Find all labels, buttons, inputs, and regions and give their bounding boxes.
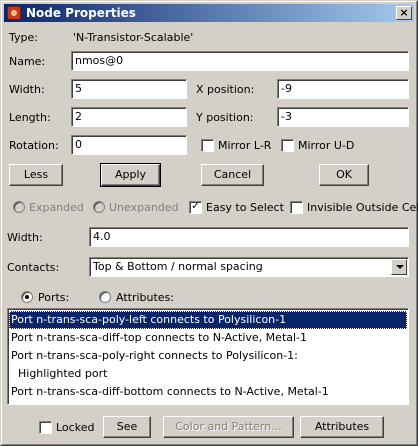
invisible-outside-cell-label: Invisible Outside Cell — [307, 201, 418, 214]
easy-to-select-label: Easy to Select — [206, 201, 284, 214]
unexpanded-label: Unexpanded — [109, 201, 179, 214]
list-item[interactable]: Port n-trans-sca-diff-bottom connects to… — [9, 383, 407, 401]
ok-button[interactable]: OK — [319, 164, 369, 186]
titlebar[interactable]: Node Properties × — [4, 4, 414, 22]
node-properties-window: Node Properties × Type: 'N-Transistor-Sc… — [0, 0, 418, 446]
mirror-ud-checkbox[interactable] — [281, 139, 294, 152]
attributes-radio-label: Attributes: — [116, 291, 175, 304]
rotation-field[interactable]: 0 — [71, 135, 187, 155]
unexpanded-radio[interactable] — [93, 201, 105, 213]
ports-label: Ports: — [38, 291, 70, 304]
length-field[interactable]: 2 — [71, 107, 187, 127]
y-position-field[interactable]: -3 — [277, 107, 409, 127]
contacts-select[interactable]: Top & Bottom / normal spacing — [89, 257, 409, 277]
locked-label: Locked — [56, 421, 95, 434]
see-button[interactable]: See — [103, 416, 151, 438]
list-item[interactable]: Port n-trans-sca-poly-right connects to … — [9, 347, 407, 365]
list-item[interactable]: Port n-trans-sca-poly-left connects to P… — [9, 311, 407, 329]
window-title: Node Properties — [26, 6, 136, 20]
length-label: Length: — [9, 111, 51, 124]
ports-list[interactable]: Port n-trans-sca-poly-left connects to P… — [7, 308, 409, 405]
contacts-selected-value: Top & Bottom / normal spacing — [93, 260, 263, 273]
attributes-radio[interactable] — [99, 291, 111, 303]
x-position-field[interactable]: -9 — [277, 79, 409, 99]
color-and-pattern-button[interactable]: Color and Pattern... — [163, 416, 294, 438]
width2-field[interactable]: 4.0 — [89, 227, 409, 247]
ports-radio[interactable] — [21, 291, 33, 303]
name-field[interactable]: nmos@0 — [71, 51, 409, 71]
app-icon — [7, 6, 21, 20]
expanded-label: Expanded — [29, 201, 84, 214]
cancel-button[interactable]: Cancel — [201, 164, 264, 186]
less-button[interactable]: Less — [9, 164, 63, 186]
easy-to-select-checkbox[interactable]: ✓ — [189, 201, 202, 214]
close-icon[interactable]: × — [396, 6, 412, 20]
list-item[interactable]: Highlighted port — [9, 365, 407, 383]
y-position-label: Y position: — [196, 111, 254, 124]
chevron-down-icon[interactable] — [391, 259, 407, 275]
type-label: Type: — [9, 31, 38, 44]
type-value: 'N-Transistor-Scalable' — [73, 31, 194, 44]
width-label: Width: — [9, 83, 45, 96]
x-position-label: X position: — [196, 83, 255, 96]
mirror-lr-checkbox[interactable] — [201, 139, 214, 152]
attributes-button[interactable]: Attributes — [300, 416, 384, 438]
width-field[interactable]: 5 — [71, 79, 187, 99]
contacts-label: Contacts: — [7, 261, 60, 274]
width2-label: Width: — [7, 231, 43, 244]
mirror-ud-label: Mirror U-D — [298, 139, 355, 152]
name-label: Name: — [9, 55, 46, 68]
apply-button[interactable]: Apply — [100, 163, 161, 187]
mirror-lr-label: Mirror L-R — [218, 139, 272, 152]
expanded-radio[interactable] — [13, 201, 25, 213]
list-item[interactable]: Port n-trans-sca-diff-top connects to N-… — [9, 329, 407, 347]
rotation-label: Rotation: — [9, 139, 59, 152]
locked-checkbox[interactable] — [39, 421, 52, 434]
invisible-outside-cell-checkbox[interactable] — [290, 201, 303, 214]
